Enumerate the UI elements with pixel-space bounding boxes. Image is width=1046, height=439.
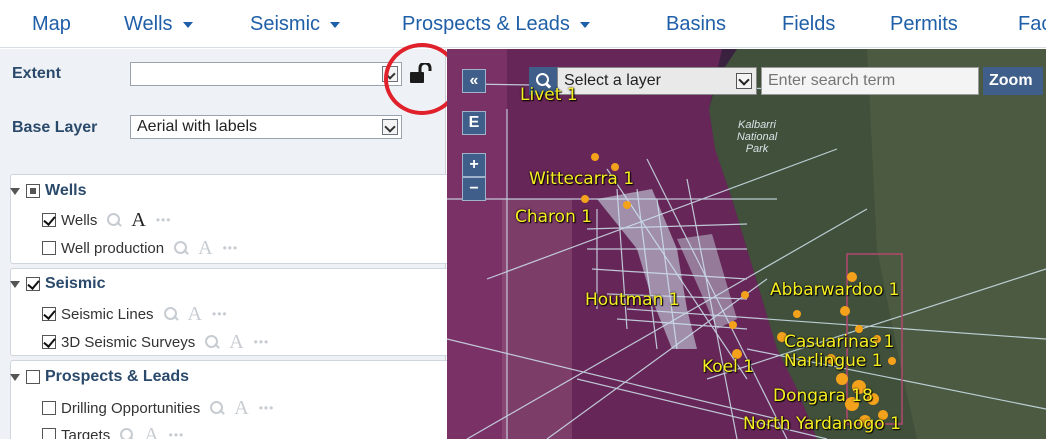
group-title-prospects: Prospects & Leads [45, 368, 190, 385]
nav-facilities-label: Fac [1018, 13, 1046, 35]
nav-fields-label: Fields [782, 13, 836, 35]
layer-checkbox-well-production[interactable] [42, 241, 56, 255]
text-label-icon[interactable]: A [131, 210, 145, 230]
layer-row-well-production: Well production A ••• [42, 238, 238, 258]
layer-checkbox-targets[interactable] [42, 428, 56, 439]
layer-name-well-production: Well production [61, 239, 165, 257]
layer-name-seismic-lines: Seismic Lines [61, 305, 154, 323]
collapse-triangle-icon[interactable] [10, 373, 20, 381]
chevron-down-icon [330, 21, 341, 28]
layer-checkbox-seismic-lines[interactable] [42, 307, 56, 321]
nav-seismic[interactable]: Seismic [250, 13, 341, 36]
text-label-icon[interactable]: A [144, 425, 158, 439]
base-layer-select[interactable]: Aerial with labels [130, 115, 402, 139]
text-label-icon[interactable]: A [188, 304, 202, 324]
layer-row-targets: Targets A ••• [42, 425, 184, 439]
magnifier-icon[interactable] [210, 401, 224, 415]
layer-checkbox-wells[interactable] [42, 213, 56, 227]
chevron-down-icon[interactable] [736, 73, 752, 89]
nav-map[interactable]: Map [32, 13, 71, 36]
magnifier-icon[interactable] [120, 428, 134, 439]
nav-facilities[interactable]: Fac [1018, 13, 1046, 36]
map-search-bar: Select a layer Zoom [529, 67, 1043, 95]
base-layer-label: Base Layer [12, 119, 98, 136]
magnifier-icon[interactable] [107, 213, 121, 227]
text-label-icon[interactable]: A [234, 398, 248, 418]
top-navigation: Map Wells Seismic Prospects & Leads Basi… [0, 0, 1046, 48]
zoom-out-button[interactable]: − [462, 177, 486, 201]
group-header-wells[interactable]: Wells [10, 182, 87, 200]
group-checkbox-seismic[interactable] [26, 277, 40, 291]
group-header-seismic[interactable]: Seismic [10, 275, 105, 293]
nav-permits[interactable]: Permits [890, 13, 958, 36]
layer-checkbox-3d-seismic[interactable] [42, 335, 56, 349]
nav-prospects-leads[interactable]: Prospects & Leads [402, 13, 590, 36]
text-label-icon[interactable]: A [229, 332, 243, 352]
ellipsis-icon[interactable]: ••• [223, 241, 239, 255]
park-label: Kalbarri National Park [736, 119, 778, 155]
magnifier-icon[interactable] [174, 241, 188, 255]
layer-row-seismic-lines: Seismic Lines A ••• [42, 304, 228, 324]
layer-row-wells: Wells A ••• [42, 210, 171, 230]
chevron-down-icon [182, 21, 193, 28]
zoom-in-button[interactable]: + [462, 153, 486, 177]
nav-basins[interactable]: Basins [666, 13, 726, 36]
map-label-houtman: Houtman 1 [585, 290, 680, 310]
text-label-icon[interactable]: A [198, 238, 212, 258]
layer-name-drilling-opportunities: Drilling Opportunities [61, 399, 201, 417]
group-checkbox-prospects[interactable] [26, 370, 40, 384]
group-title-seismic: Seismic [45, 275, 106, 292]
layer-name-wells: Wells [61, 211, 98, 229]
nav-seismic-label: Seismic [250, 13, 321, 35]
layer-name-targets: Targets [61, 426, 111, 439]
layer-checkbox-drilling-opportunities[interactable] [42, 401, 56, 415]
nav-fields[interactable]: Fields [782, 13, 835, 36]
nav-wells-label: Wells [124, 13, 173, 35]
map-label-abbarwardoo: Abbarwardoo 1 [770, 280, 900, 300]
group-checkbox-wells[interactable] [26, 184, 40, 198]
map-label-casuarinas: Casuarinas 1 [784, 332, 895, 352]
nav-map-label: Map [32, 13, 71, 35]
map-label-narlingue: Narlingue 1 [784, 351, 883, 371]
extent-label: Extent [12, 65, 61, 82]
extent-button[interactable]: E [462, 111, 486, 135]
search-layer-select[interactable]: Select a layer [557, 67, 757, 95]
layer-name-3d-seismic: 3D Seismic Surveys [61, 333, 196, 351]
layer-sidebar: Extent Base Layer Aerial with labels Wel… [0, 49, 454, 439]
layer-row-3d-seismic: 3D Seismic Surveys A ••• [42, 332, 269, 352]
ellipsis-icon[interactable]: ••• [169, 428, 185, 439]
map-label-charon: Charon 1 [515, 207, 593, 227]
magnifier-icon[interactable] [163, 307, 178, 321]
map-view[interactable]: « E + − Select a layer Zoom Kalbarri Nat… [447, 49, 1046, 439]
map-label-livet: Livet 1 [520, 85, 578, 105]
map-label-wittecarra: Wittecarra 1 [529, 169, 635, 189]
search-term-input[interactable] [761, 67, 979, 95]
map-label-north-yardanogo: North Yardanogo 1 [743, 414, 901, 434]
nav-basins-label: Basins [666, 13, 727, 35]
nav-wells[interactable]: Wells [124, 13, 193, 36]
ellipsis-icon[interactable]: ••• [254, 335, 270, 349]
group-title-wells: Wells [45, 182, 87, 199]
collapse-triangle-icon[interactable] [10, 187, 20, 195]
ellipsis-icon[interactable]: ••• [212, 307, 228, 321]
search-layer-value: Select a layer [564, 72, 661, 89]
base-layer-value: Aerial with labels [137, 118, 258, 135]
nav-prospects-label: Prospects & Leads [402, 13, 570, 35]
collapse-triangle-icon[interactable] [10, 280, 20, 288]
chevron-down-icon[interactable] [382, 119, 398, 135]
layer-row-drilling-opportunities: Drilling Opportunities A ••• [42, 398, 274, 418]
chevron-down-icon [579, 21, 590, 28]
nav-permits-label: Permits [890, 13, 958, 35]
ellipsis-icon[interactable]: ••• [156, 213, 172, 227]
magnifier-icon[interactable] [205, 335, 219, 349]
collapse-sidebar-button[interactable]: « [462, 69, 486, 93]
ellipsis-icon[interactable]: ••• [259, 401, 275, 415]
map-canvas [447, 49, 1046, 439]
map-label-koel: Koel 1 [702, 357, 755, 377]
zoom-to-button[interactable]: Zoom [983, 67, 1043, 95]
extent-select[interactable] [130, 62, 402, 86]
map-label-dongara: Dongara 18 [773, 386, 873, 406]
group-header-prospects[interactable]: Prospects & Leads [10, 368, 189, 386]
